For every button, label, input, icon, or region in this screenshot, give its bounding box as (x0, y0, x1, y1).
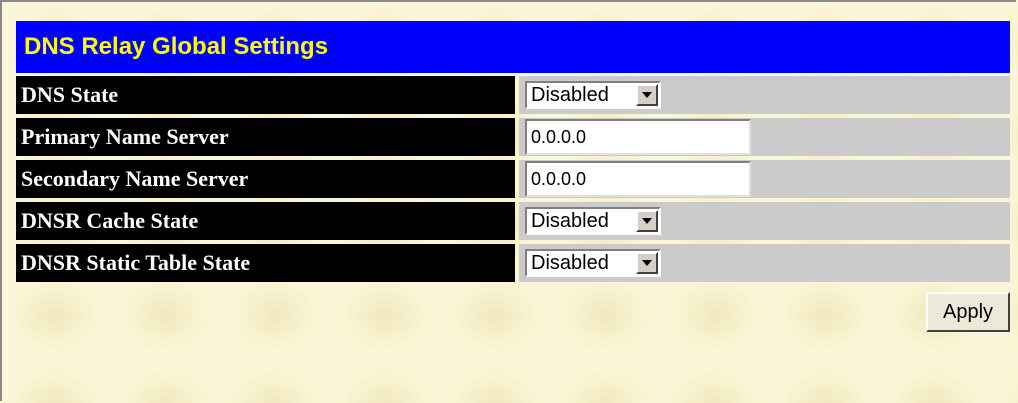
dns-relay-settings-panel: DNS Relay Global Settings DNS State Disa… (16, 21, 1010, 346)
dnsr-static-table-state-cell: Disabled (519, 244, 1010, 282)
row-primary-name-server: Primary Name Server (16, 118, 1010, 156)
dnsr-cache-state-select-value: Disabled (531, 209, 609, 232)
row-dnsr-static-table-state: DNSR Static Table State Disabled (16, 244, 1010, 282)
dnsr-static-table-state-select[interactable]: Disabled (525, 249, 661, 277)
chevron-down-icon (642, 218, 652, 224)
secondary-name-server-cell (519, 160, 1010, 198)
apply-row: Apply (16, 286, 1010, 346)
dns-state-dropdown-button[interactable] (636, 84, 658, 106)
dns-state-select[interactable]: Disabled (525, 81, 661, 109)
row-secondary-name-server: Secondary Name Server (16, 160, 1010, 198)
dnsr-static-table-state-dropdown-button[interactable] (636, 252, 658, 274)
dnsr-static-table-state-label: DNSR Static Table State (16, 244, 515, 282)
primary-name-server-label: Primary Name Server (16, 118, 515, 156)
dnsr-cache-state-label: DNSR Cache State (16, 202, 515, 240)
dnsr-static-table-state-select-value: Disabled (531, 251, 609, 274)
dnsr-cache-state-dropdown-button[interactable] (636, 210, 658, 232)
apply-button[interactable]: Apply (926, 292, 1010, 332)
dnsr-cache-state-cell: Disabled (519, 202, 1010, 240)
row-dns-state: DNS State Disabled (16, 76, 1010, 114)
primary-name-server-cell (519, 118, 1010, 156)
primary-name-server-input[interactable] (525, 119, 751, 155)
secondary-name-server-label: Secondary Name Server (16, 160, 515, 198)
title-bar: DNS Relay Global Settings (16, 21, 1010, 73)
chevron-down-icon (642, 92, 652, 98)
dns-state-select-value: Disabled (531, 83, 609, 106)
dnsr-cache-state-select[interactable]: Disabled (525, 207, 661, 235)
dns-state-label: DNS State (16, 76, 515, 114)
secondary-name-server-input[interactable] (525, 161, 751, 197)
page-title: DNS Relay Global Settings (24, 33, 329, 60)
chevron-down-icon (642, 260, 652, 266)
dns-state-cell: Disabled (519, 76, 1010, 114)
row-dnsr-cache-state: DNSR Cache State Disabled (16, 202, 1010, 240)
